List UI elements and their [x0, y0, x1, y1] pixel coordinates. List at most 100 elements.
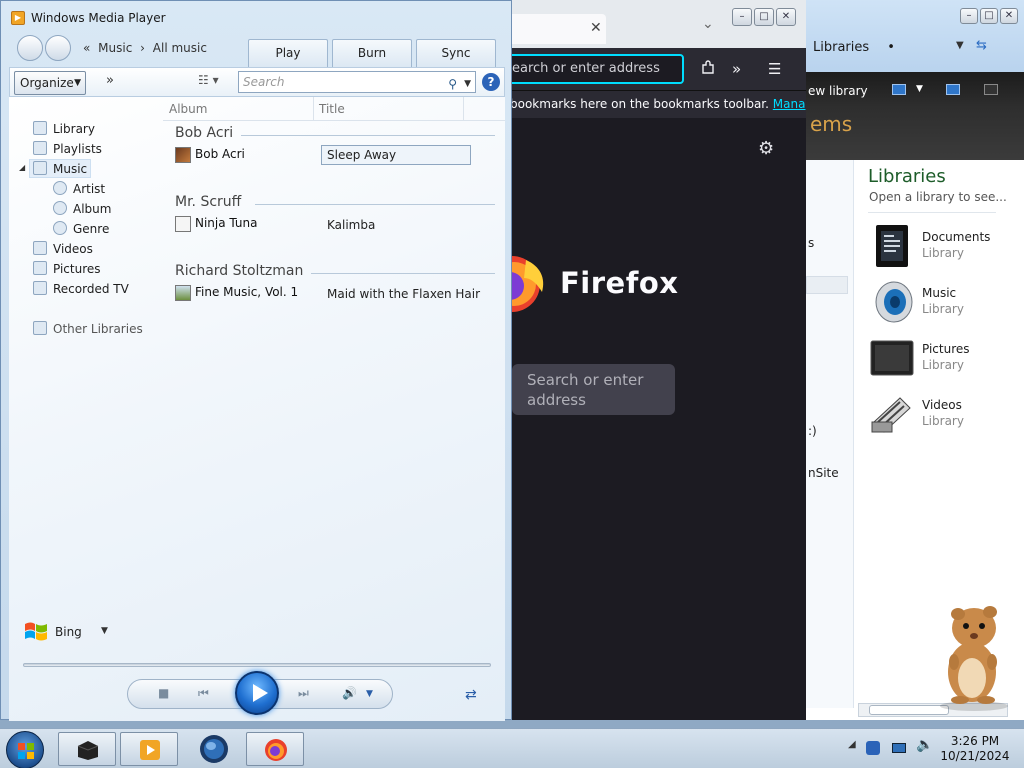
switch-to-now-playing-button[interactable]: ⇄	[465, 687, 477, 703]
search-icon[interactable]: ⚲	[448, 74, 457, 94]
album-art[interactable]	[175, 147, 191, 163]
chevron-down-icon[interactable]: ▼	[366, 689, 373, 699]
menu-icon[interactable]: ☰	[768, 60, 781, 78]
song-title[interactable]: Maid with the Flaxen Hair	[327, 287, 480, 301]
song-title-selected[interactable]: Sleep Away	[321, 145, 471, 165]
nav-partial-text[interactable]: s	[808, 236, 814, 250]
album-art[interactable]	[175, 285, 191, 301]
expand-arrow-icon[interactable]: ◢	[19, 163, 25, 172]
nav-item-artist[interactable]: Artist	[53, 181, 105, 196]
details-pane-icon[interactable]	[984, 84, 998, 95]
bing-search-provider[interactable]: Bing ▼	[23, 619, 133, 645]
new-library-button[interactable]: ew library	[808, 84, 868, 98]
nav-partial-text[interactable]: nSite	[808, 466, 839, 480]
system-clock[interactable]: 3:26 PM 10/21/2024	[932, 734, 1018, 764]
nav-item-pictures[interactable]: Pictures	[33, 261, 101, 276]
overflow-chevron-icon[interactable]: »	[732, 60, 741, 78]
more-commands-icon[interactable]: »	[106, 73, 114, 88]
album-name[interactable]: Bob Acri	[195, 147, 245, 161]
nav-item-other-libraries[interactable]: Other Libraries	[33, 321, 143, 336]
back-button[interactable]	[17, 35, 43, 61]
column-album[interactable]: Album	[169, 102, 207, 116]
library-music[interactable]: Music Library	[868, 278, 1018, 328]
view-icon[interactable]	[892, 84, 906, 95]
breadcrumb[interactable]: Libraries •	[813, 40, 895, 55]
start-button[interactable]	[6, 731, 44, 768]
tray-expand-icon[interactable]: ◢	[848, 739, 856, 750]
nav-item-library[interactable]: Library	[33, 121, 95, 136]
chevron-down-icon[interactable]: ▼	[956, 40, 964, 51]
tab-play[interactable]: Play	[248, 39, 328, 67]
nav-item-album[interactable]: Album	[53, 201, 111, 216]
close-button[interactable]: ✕	[1000, 8, 1018, 24]
refresh-icon[interactable]: ⇆	[976, 38, 987, 53]
firefox-tab[interactable]: ✕	[506, 14, 606, 44]
organize-button[interactable]: Organize ▼	[14, 71, 86, 95]
volume-button[interactable]: 🔊	[342, 686, 357, 700]
preview-pane-icon[interactable]	[946, 84, 960, 95]
next-button[interactable]: ⏭	[298, 686, 309, 701]
hamster-mascot[interactable]	[932, 600, 1014, 712]
taskbar-media-player[interactable]	[120, 732, 178, 766]
breadcrumb-all-music[interactable]: All music	[153, 41, 207, 55]
artist-group: Richard Stoltzman Fine Music, Vol. 1 Mai…	[175, 263, 505, 301]
pictures-icon	[33, 261, 47, 275]
maximize-button[interactable]: □	[980, 8, 998, 24]
view-options-icon[interactable]: ☷ ▾	[198, 73, 219, 87]
nav-item-genre[interactable]: Genre	[53, 221, 109, 236]
column-divider[interactable]	[313, 97, 314, 121]
volume-icon[interactable]: 🔈	[916, 737, 933, 753]
tab-burn[interactable]: Burn	[332, 39, 412, 67]
library-pictures[interactable]: Pictures Library	[868, 334, 1018, 384]
media-player-toolbar: Organize ▼ » ☷ ▾ Search ⚲ ▼ ?	[9, 67, 505, 97]
manage-bookmarks-link[interactable]: Manage bo	[773, 97, 806, 111]
help-button[interactable]: ?	[482, 73, 500, 91]
library-documents[interactable]: Documents Library	[868, 222, 1018, 272]
globe-icon[interactable]	[198, 733, 230, 765]
previous-button[interactable]: ⏮	[198, 686, 209, 701]
chevron-down-icon[interactable]: ▼	[464, 74, 471, 94]
breadcrumb-music[interactable]: Music	[98, 41, 132, 55]
nav-scroll-bar[interactable]	[806, 276, 848, 294]
gear-icon[interactable]: ⚙	[758, 138, 774, 159]
taskbar-explorer[interactable]	[58, 732, 116, 766]
album-art[interactable]	[175, 216, 191, 232]
divider	[868, 212, 996, 213]
chevron-down-icon[interactable]: ▼	[101, 626, 108, 636]
search-input[interactable]: Search ⚲ ▼	[238, 71, 476, 93]
tab-sync[interactable]: Sync	[416, 39, 496, 67]
close-button[interactable]: ✕	[776, 8, 796, 26]
nav-item-recorded-tv[interactable]: Recorded TV	[33, 281, 129, 296]
nav-item-music[interactable]: Music	[29, 159, 92, 178]
nav-item-videos[interactable]: Videos	[33, 241, 93, 256]
column-divider[interactable]	[463, 97, 464, 121]
chevron-down-icon[interactable]: ⌄	[702, 16, 714, 32]
breadcrumb-libraries[interactable]: Libraries	[813, 40, 869, 55]
close-icon[interactable]: ✕	[590, 20, 602, 36]
artist-icon	[53, 181, 67, 195]
play-button[interactable]	[235, 671, 279, 715]
tray-shield-icon[interactable]	[866, 741, 880, 755]
nav-partial-text[interactable]: :)	[808, 424, 817, 438]
seek-bar[interactable]	[23, 663, 491, 667]
nav-item-playlists[interactable]: Playlists	[33, 141, 102, 156]
library-videos[interactable]: Videos Library	[868, 390, 1018, 440]
album-name[interactable]: Fine Music, Vol. 1	[195, 285, 298, 299]
column-header: Album Title	[163, 97, 505, 121]
maximize-button[interactable]: □	[754, 8, 774, 26]
column-title[interactable]: Title	[319, 102, 345, 116]
breadcrumb[interactable]: « Music › All music	[83, 41, 207, 55]
network-icon[interactable]	[892, 743, 906, 753]
taskbar-firefox[interactable]	[246, 732, 304, 766]
minimize-button[interactable]: –	[960, 8, 978, 24]
album-name[interactable]: Ninja Tuna	[195, 216, 258, 230]
minimize-button[interactable]: –	[732, 8, 752, 26]
song-title[interactable]: Kalimba	[327, 218, 375, 232]
nav-label: Music	[53, 162, 88, 176]
forward-button[interactable]	[45, 35, 71, 61]
stop-button[interactable]: ■	[158, 686, 169, 700]
newtab-search-box[interactable]: Search or enter address	[512, 364, 675, 415]
address-bar[interactable]: earch or enter address	[506, 54, 684, 84]
chevron-down-icon[interactable]: ▼	[916, 84, 923, 94]
extensions-icon[interactable]	[700, 60, 716, 80]
